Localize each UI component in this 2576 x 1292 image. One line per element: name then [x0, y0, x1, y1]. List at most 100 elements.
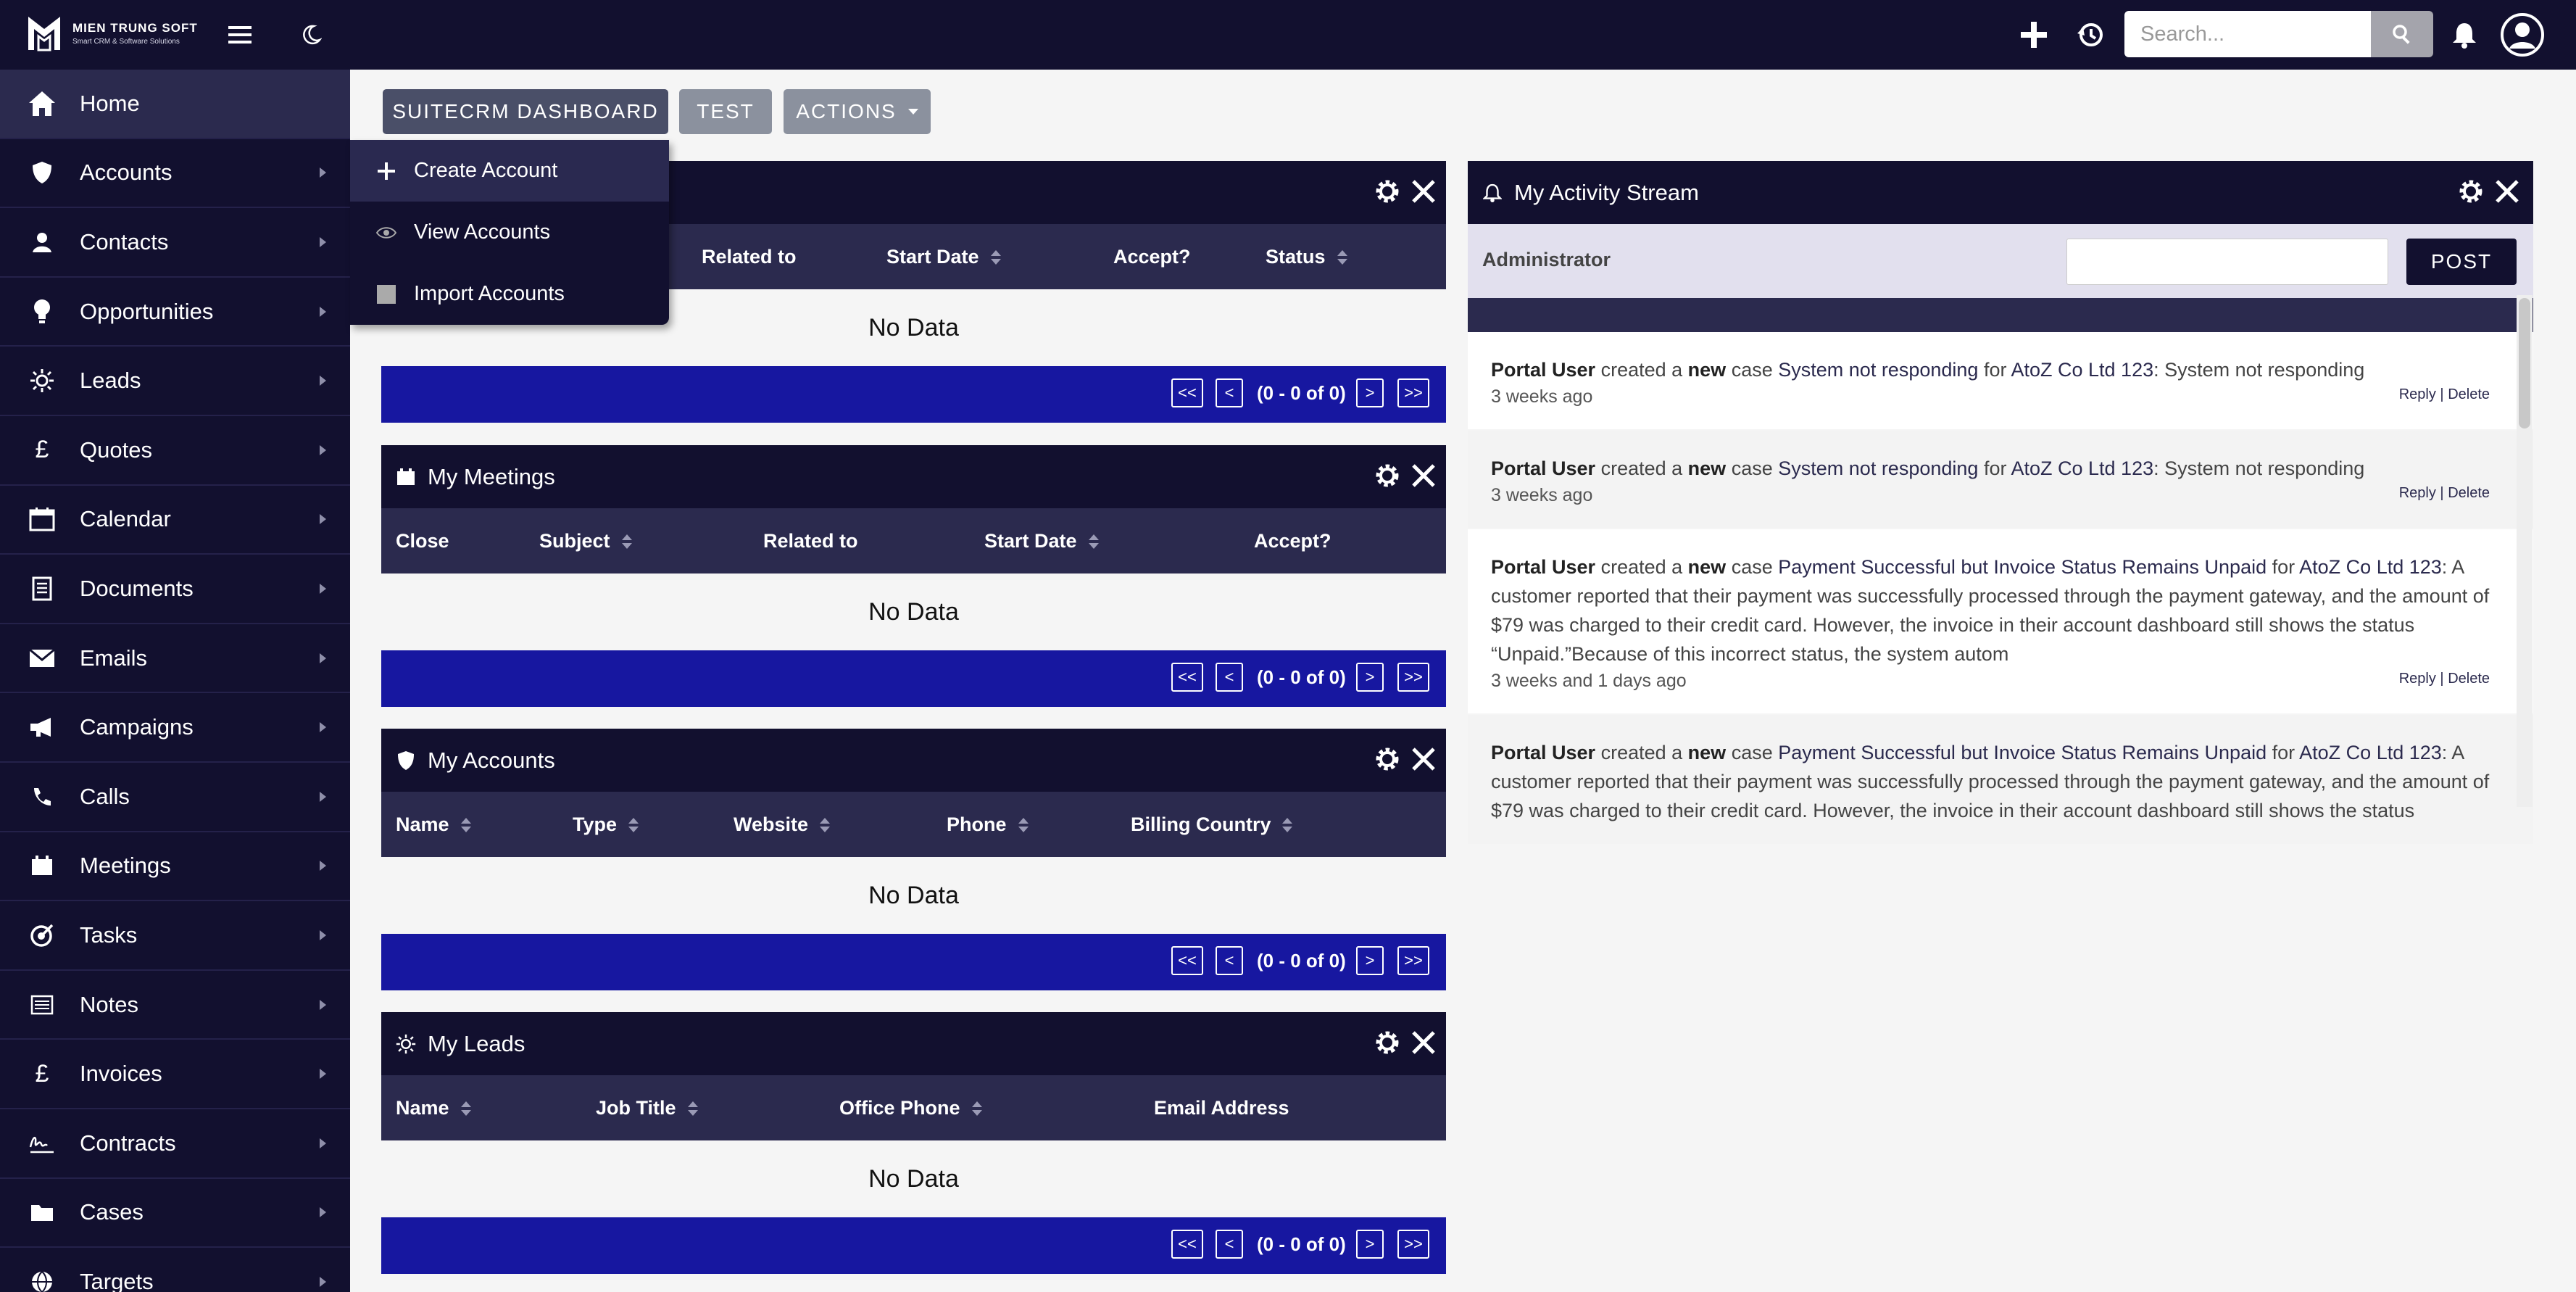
- sidebar-item-tasks[interactable]: Tasks: [0, 901, 350, 971]
- sidebar-item-documents[interactable]: Documents: [0, 555, 350, 624]
- column-header-website[interactable]: Website: [734, 813, 831, 836]
- prev-page-button[interactable]: <: [1216, 663, 1243, 692]
- gear-icon[interactable]: [1371, 175, 1403, 207]
- close-icon[interactable]: [1408, 460, 1439, 492]
- prev-page-button[interactable]: <: [1216, 378, 1243, 407]
- case-link[interactable]: System not responding: [1778, 359, 1978, 381]
- reply-link[interactable]: Reply: [2399, 671, 2436, 687]
- account-link[interactable]: AtoZ Co Ltd 123: [2299, 556, 2442, 578]
- import-accounts-menu-item[interactable]: Import Accounts: [350, 263, 669, 325]
- prev-page-button[interactable]: <: [1216, 1230, 1243, 1259]
- post-button[interactable]: POST: [2406, 239, 2517, 285]
- account-link[interactable]: AtoZ Co Ltd 123: [2299, 742, 2442, 763]
- column-header-email-address[interactable]: Email Address: [1154, 1097, 1289, 1119]
- scrollbar-thumb[interactable]: [2519, 298, 2530, 428]
- actor-link[interactable]: Portal User: [1491, 556, 1595, 578]
- prev-page-button[interactable]: <: [1216, 946, 1243, 975]
- last-page-button[interactable]: >>: [1397, 1230, 1429, 1259]
- case-link[interactable]: System not responding: [1778, 457, 1978, 479]
- column-header-subject[interactable]: Subject: [539, 530, 632, 552]
- case-link[interactable]: Payment Successful but Invoice Status Re…: [1778, 742, 2267, 763]
- plus-icon[interactable]: [2016, 17, 2051, 52]
- brand-logo[interactable]: MIEN TRUNG SOFT Smart CRM & Software Sol…: [26, 15, 198, 52]
- next-page-button[interactable]: >: [1356, 946, 1384, 975]
- last-page-button[interactable]: >>: [1397, 946, 1429, 975]
- dashlet-title[interactable]: My Activity Stream: [1514, 180, 1699, 206]
- sidebar-item-notes[interactable]: Notes: [0, 971, 350, 1040]
- account-link[interactable]: AtoZ Co Ltd 123: [2011, 359, 2153, 381]
- gear-icon[interactable]: [1371, 743, 1403, 775]
- first-page-button[interactable]: <<: [1171, 946, 1203, 975]
- sidebar-item-contracts[interactable]: Contracts: [0, 1109, 350, 1179]
- sidebar-item-accounts[interactable]: Accounts: [0, 139, 350, 209]
- test-tab-button[interactable]: TEST: [679, 89, 772, 134]
- actor-link[interactable]: Portal User: [1491, 457, 1595, 479]
- column-header-related-to[interactable]: Related to: [702, 246, 797, 268]
- account-link[interactable]: AtoZ Co Ltd 123: [2011, 457, 2153, 479]
- sidebar-item-meetings[interactable]: Meetings: [0, 832, 350, 902]
- close-icon[interactable]: [1408, 1027, 1439, 1059]
- column-header-start-date[interactable]: Start Date: [886, 246, 1001, 268]
- sidebar-item-targets[interactable]: Targets: [0, 1248, 350, 1292]
- first-page-button[interactable]: <<: [1171, 378, 1203, 407]
- moon-icon[interactable]: [294, 17, 328, 52]
- delete-link[interactable]: Delete: [2448, 485, 2490, 501]
- sidebar-item-opportunities[interactable]: Opportunities: [0, 278, 350, 347]
- sidebar-item-invoices[interactable]: £ Invoices: [0, 1040, 350, 1109]
- column-header-type[interactable]: Type: [573, 813, 639, 836]
- search-button[interactable]: [2371, 11, 2433, 57]
- close-icon[interactable]: [2491, 175, 2523, 207]
- column-header-phone[interactable]: Phone: [947, 813, 1029, 836]
- column-header-start-date[interactable]: Start Date: [984, 530, 1099, 552]
- next-page-button[interactable]: >: [1356, 378, 1384, 407]
- delete-link[interactable]: Delete: [2448, 386, 2490, 402]
- sidebar-item-quotes[interactable]: £ Quotes: [0, 416, 350, 486]
- search-input[interactable]: [2124, 11, 2371, 57]
- actions-dropdown-button[interactable]: ACTIONS: [784, 89, 931, 134]
- sidebar-item-leads[interactable]: Leads: [0, 347, 350, 416]
- dashlet-title[interactable]: My Leads: [428, 1031, 525, 1057]
- column-header-office-phone[interactable]: Office Phone: [839, 1097, 982, 1119]
- sidebar-item-emails[interactable]: Emails: [0, 624, 350, 694]
- column-header-accept[interactable]: Accept?: [1113, 246, 1191, 268]
- column-header-related-to[interactable]: Related to: [763, 530, 858, 552]
- column-header-status[interactable]: Status: [1266, 246, 1347, 268]
- next-page-button[interactable]: >: [1356, 663, 1384, 692]
- first-page-button[interactable]: <<: [1171, 1230, 1203, 1259]
- column-header-name[interactable]: Name: [396, 1097, 471, 1119]
- case-link[interactable]: Payment Successful but Invoice Status Re…: [1778, 556, 2267, 578]
- reply-link[interactable]: Reply: [2399, 386, 2436, 402]
- column-header-close[interactable]: Close: [396, 530, 449, 552]
- last-page-button[interactable]: >>: [1397, 663, 1429, 692]
- gear-icon[interactable]: [2455, 175, 2487, 207]
- history-icon[interactable]: [2073, 17, 2108, 52]
- actor-link[interactable]: Portal User: [1491, 359, 1595, 381]
- sidebar-item-contacts[interactable]: Contacts: [0, 208, 350, 278]
- view-accounts-menu-item[interactable]: View Accounts: [350, 202, 669, 263]
- dashboard-tab-button[interactable]: SUITECRM DASHBOARD: [383, 89, 668, 134]
- sidebar-item-calendar[interactable]: Calendar: [0, 486, 350, 555]
- column-header-job-title[interactable]: Job Title: [596, 1097, 698, 1119]
- hamburger-menu-icon[interactable]: [223, 17, 257, 52]
- bell-icon[interactable]: [2447, 17, 2482, 52]
- user-avatar-icon[interactable]: [2499, 12, 2546, 58]
- first-page-button[interactable]: <<: [1171, 663, 1203, 692]
- actor-link[interactable]: Portal User: [1491, 742, 1595, 763]
- create-account-menu-item[interactable]: Create Account: [350, 140, 669, 202]
- post-text-input[interactable]: [2066, 239, 2388, 285]
- close-icon[interactable]: [1408, 743, 1439, 775]
- sidebar-item-calls[interactable]: Calls: [0, 763, 350, 832]
- next-page-button[interactable]: >: [1356, 1230, 1384, 1259]
- sidebar-item-campaigns[interactable]: Campaigns: [0, 693, 350, 763]
- column-header-name[interactable]: Name: [396, 813, 471, 836]
- reply-link[interactable]: Reply: [2399, 485, 2436, 501]
- column-header-accept[interactable]: Accept?: [1254, 530, 1331, 552]
- sidebar-item-cases[interactable]: Cases: [0, 1179, 350, 1248]
- sidebar-item-home[interactable]: Home: [0, 70, 350, 139]
- dashlet-title[interactable]: My Accounts: [428, 748, 555, 774]
- gear-icon[interactable]: [1371, 460, 1403, 492]
- last-page-button[interactable]: >>: [1397, 378, 1429, 407]
- activity-scrollbar[interactable]: [2517, 295, 2533, 807]
- delete-link[interactable]: Delete: [2448, 671, 2490, 687]
- gear-icon[interactable]: [1371, 1027, 1403, 1059]
